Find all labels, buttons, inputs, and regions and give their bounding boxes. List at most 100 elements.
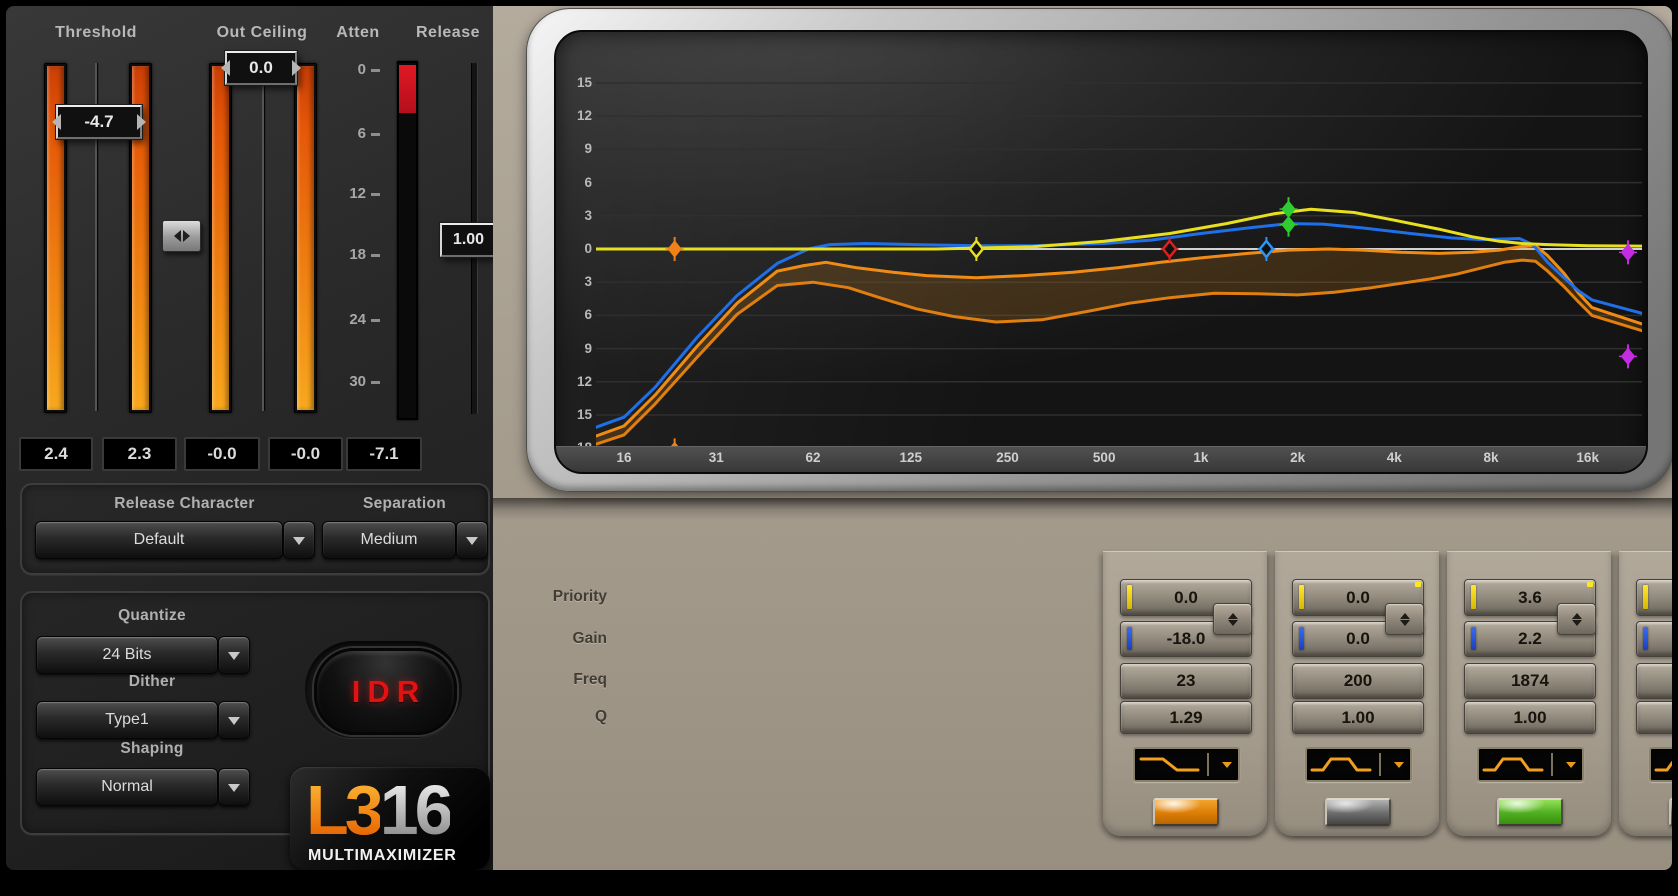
band1-priority-marker[interactable]: [666, 237, 684, 261]
priority-tick-icon: [1127, 585, 1132, 609]
band-q-button[interactable]: 1.00: [1292, 701, 1424, 734]
threshold-title: Threshold: [36, 24, 156, 42]
out-ceiling-right-readout[interactable]: -0.0: [268, 437, 343, 471]
atten-tick: [371, 69, 380, 72]
band4-node-marker[interactable]: [1161, 237, 1179, 261]
priority-row-label: Priority: [497, 588, 607, 606]
band2-node-marker[interactable]: [967, 237, 985, 261]
shaping-dropdown-arrow[interactable]: [218, 768, 250, 806]
eq-graph[interactable]: 15129630369121518 1631621252505001k2k4k8…: [554, 30, 1648, 474]
band-spinner[interactable]: [1213, 603, 1252, 635]
out-ceiling-fader-left[interactable]: [209, 63, 232, 413]
atten-tick: [371, 133, 380, 136]
spinner-up-icon: [1400, 608, 1410, 619]
filter-box-divider: [1551, 753, 1553, 776]
idr-recess: IDR: [305, 641, 462, 738]
band-q-value: 1.00: [1513, 708, 1546, 728]
gain-tick-icon: [1643, 627, 1648, 650]
band-spinner[interactable]: [1385, 603, 1424, 635]
threshold-value-tag[interactable]: -4.7: [56, 105, 142, 139]
band-color-button[interactable]: [1325, 798, 1391, 826]
band-priority-value: 3.6: [1518, 588, 1542, 608]
threshold-right-readout[interactable]: 2.3: [102, 437, 177, 471]
band-freq-value: 1874: [1511, 671, 1549, 691]
shaping-select[interactable]: Normal: [36, 768, 218, 806]
band-filter-type-selector[interactable]: [1133, 747, 1240, 782]
release-character-select[interactable]: Default: [35, 521, 283, 559]
band-freq-button[interactable]: 799: [1636, 663, 1672, 699]
l316-multimaximizer-window: Threshold Out Ceiling Atten Release -4.7…: [0, 0, 1678, 896]
band-q-button[interactable]: 1.00: [1636, 701, 1672, 734]
attenuation-meter-level: [399, 65, 416, 113]
separation-dropdown-arrow[interactable]: [456, 521, 488, 559]
band-q-button[interactable]: 1.00: [1464, 701, 1596, 734]
eq-curves-svg: [556, 32, 1646, 472]
out-ceiling-fader-bar: [212, 66, 229, 410]
out-ceiling-center-track: [262, 63, 264, 411]
gain-tick-icon: [1471, 627, 1476, 650]
atten-scale-row: 18: [324, 246, 380, 263]
band-filter-type-selector[interactable]: [1305, 747, 1412, 782]
idr-button[interactable]: IDR: [314, 648, 457, 735]
link-button[interactable]: [162, 220, 201, 252]
separation-select[interactable]: Medium: [322, 521, 456, 559]
filter-dropdown-arrow-icon: [1566, 762, 1576, 773]
freq-axis-tick: 31: [694, 450, 738, 465]
band-gain-button[interactable]: 0.0: [1636, 621, 1672, 657]
out-ceiling-value-tag[interactable]: 0.0: [225, 51, 297, 85]
band-spinner[interactable]: [1557, 603, 1596, 635]
out-ceiling-left-readout[interactable]: -0.0: [184, 437, 260, 471]
band-freq-button[interactable]: 1874: [1464, 663, 1596, 699]
link-left-arrow-icon: [168, 230, 181, 242]
spinner-up-icon: [1228, 608, 1238, 619]
freq-axis-tick: 62: [791, 450, 835, 465]
band-filter-type-selector[interactable]: [1477, 747, 1584, 782]
band-freq-button[interactable]: 23: [1120, 663, 1252, 699]
dither-dropdown-arrow[interactable]: [218, 701, 250, 739]
spinner-down-icon: [1228, 620, 1238, 631]
dither-label: Dither: [82, 673, 222, 691]
quantize-label: Quantize: [82, 607, 222, 625]
band-color-button[interactable]: [1153, 798, 1219, 826]
band-priority-value: 0.0: [1174, 588, 1198, 608]
db-axis-tick: 6: [562, 175, 592, 190]
atten-tick: [371, 254, 380, 257]
spinner-down-icon: [1400, 620, 1410, 631]
release-character-dropdown-arrow[interactable]: [283, 521, 315, 559]
band-gain-value: 0.0: [1346, 629, 1370, 649]
dither-select[interactable]: Type1: [36, 701, 218, 739]
multimaximizer-label: MULTIMAXIMIZER: [308, 847, 457, 865]
l316-logo: L316: [306, 775, 450, 845]
band-q-value: 1.00: [1341, 708, 1374, 728]
band-color-button[interactable]: [1669, 798, 1672, 826]
out-ceiling-fader-right[interactable]: [294, 63, 317, 413]
quantize-dropdown-arrow[interactable]: [218, 636, 250, 674]
shaping-label: Shaping: [82, 740, 222, 758]
band-freq-button[interactable]: 200: [1292, 663, 1424, 699]
band-q-value: 1.29: [1169, 708, 1202, 728]
release-value-tag[interactable]: 1.00: [440, 223, 497, 257]
band-filter-type-selector[interactable]: [1649, 747, 1672, 782]
freq-axis-tick: 16: [602, 450, 646, 465]
atten-readout[interactable]: -7.1: [346, 437, 422, 471]
band-color-button[interactable]: [1497, 798, 1563, 826]
band-priority-value: 0.0: [1346, 588, 1370, 608]
filter-shape-icon: [1479, 751, 1549, 778]
filter-dropdown-arrow-icon: [1222, 762, 1232, 773]
freq-axis-tick: 250: [985, 450, 1029, 465]
freq-axis-tick: 500: [1082, 450, 1126, 465]
band-led-icon: [1415, 582, 1421, 587]
band6-priority-marker[interactable]: [1619, 240, 1637, 264]
graph-and-bands-panel: 15129630369121518 1631621252505001k2k4k8…: [493, 6, 1672, 870]
q-row-label: Q: [497, 708, 607, 726]
band-column: 0.0 -18.0 23 1.29: [1103, 551, 1267, 836]
band-column: 3.6 2.2 1874 1.00: [1447, 551, 1611, 836]
quantize-select[interactable]: 24 Bits: [36, 636, 218, 674]
filter-shape-icon: [1307, 751, 1377, 778]
db-axis-tick: 12: [562, 108, 592, 123]
band-q-button[interactable]: 1.29: [1120, 701, 1252, 734]
band-priority-button[interactable]: 0.0: [1636, 579, 1672, 616]
atten-title: Atten: [328, 24, 388, 42]
threshold-left-readout[interactable]: 2.4: [19, 437, 93, 471]
gain-tick-icon: [1299, 627, 1304, 650]
